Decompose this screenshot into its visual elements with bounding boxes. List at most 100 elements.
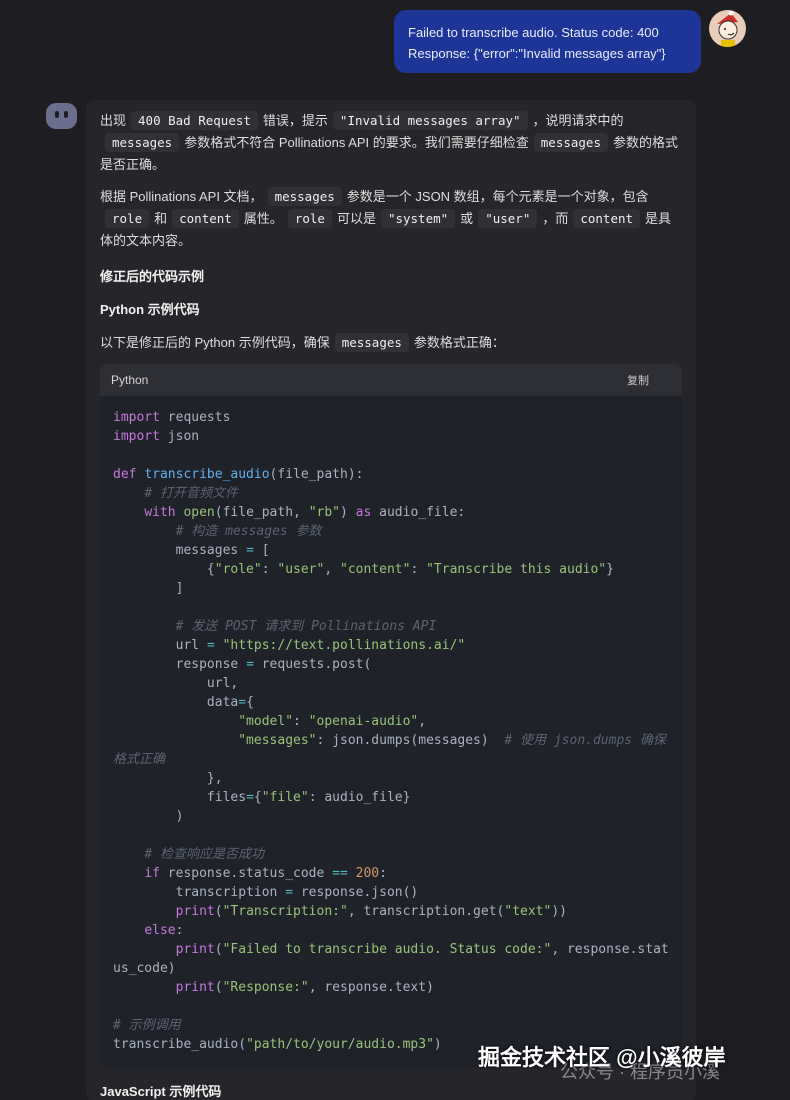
paragraph-text: 或 — [460, 211, 474, 226]
code-token-pl: audio_file: — [371, 505, 466, 520]
paragraph-text: 和 — [154, 211, 168, 226]
code-token-op: = — [238, 695, 247, 710]
code-token-pl: response.json() — [293, 885, 419, 900]
code-token-pl: requests — [159, 410, 231, 425]
code-line: }, — [113, 769, 669, 788]
code-token-pl: } — [606, 562, 614, 577]
code-token-pl: : — [410, 562, 427, 577]
code-line: def transcribe_audio(file_path): — [113, 465, 669, 484]
code-line: ] — [113, 579, 669, 598]
code-token-pl: response — [113, 657, 247, 672]
code-line: # 示例调用 — [113, 1016, 669, 1035]
code-token-pl: )) — [551, 904, 567, 919]
code-token-op: = — [206, 638, 215, 653]
copy-button[interactable]: 复制 — [627, 372, 649, 388]
code-token-pl: ) — [433, 1037, 442, 1052]
code-token-op: = — [246, 790, 254, 805]
code-token-pl: , — [324, 562, 340, 577]
code-line: "messages": json.dumps(messages) # 使用 js… — [113, 731, 669, 769]
code-line: files={"file": audio_file} — [113, 788, 669, 807]
code-token-pl: : — [293, 714, 309, 729]
code-line: if response.status_code == 200: — [113, 864, 669, 883]
user-avatar[interactable] — [709, 10, 746, 47]
code-token-str: "Response:" — [222, 980, 309, 995]
watermark-main: 掘金技术社区 @小溪彼岸 — [478, 1045, 726, 1070]
heading-fixed-code: 修正后的代码示例 — [100, 269, 205, 284]
code-token-pl: : — [379, 866, 387, 881]
code-token-pl: requests.post( — [253, 657, 372, 672]
code-token-str: "model" — [238, 714, 294, 729]
code-token-str: "role" — [214, 562, 262, 577]
code-token-pl: ] — [113, 581, 184, 596]
code-line: # 发送 POST 请求到 Pollinations API — [113, 617, 669, 636]
code-token-pl: transcribe_audio( — [113, 1037, 247, 1052]
inline-code: content — [573, 209, 641, 228]
code-token-pl: : json.dumps(messages) — [316, 733, 505, 748]
paragraph-text: 根据 Pollinations API 文档， — [100, 189, 263, 204]
code-token-pl: : audio_file} — [308, 790, 411, 805]
heading-python: Python 示例代码 — [100, 302, 200, 317]
code-token-pl: , — [418, 714, 427, 729]
code-line: {"role": "user", "content": "Transcribe … — [113, 560, 669, 579]
code-token-num: 200 — [355, 866, 380, 881]
code-token-str: "Failed to transcribe audio. Status code… — [222, 942, 552, 957]
code-line: response = requests.post( — [113, 655, 669, 674]
code-token-kw: import — [113, 429, 160, 444]
code-token-str: "user" — [277, 562, 325, 577]
code-token-str: "Transcribe this audio" — [426, 562, 607, 577]
code-line: print("Response:", response.text) — [113, 978, 669, 997]
code-line: # 检查响应是否成功 — [113, 845, 669, 864]
inline-code: content — [172, 209, 239, 228]
code-line: import json — [113, 427, 669, 446]
inline-code: "Invalid messages array" — [332, 111, 528, 130]
inline-code: messages — [533, 133, 608, 152]
code-token-pl: { — [253, 790, 262, 805]
code-token-pl: files — [113, 790, 247, 805]
inline-code: messages — [334, 333, 409, 352]
code-token-pl: json — [159, 429, 200, 444]
paragraph-text: 可以是 — [336, 211, 376, 226]
paragraph-text: 出现 — [100, 113, 127, 128]
code-token-pl: { — [113, 562, 215, 577]
code-content[interactable]: import requests import json def transcrib… — [100, 396, 682, 1068]
inline-code: messages — [105, 133, 180, 152]
code-line: import requests — [113, 408, 669, 427]
code-token-cm: # 打开音频文件 — [144, 486, 238, 501]
paragraph-text: ，说明请求中的 — [532, 113, 624, 128]
paragraph-text: 以下是修正后的 Python 示例代码，确保 — [100, 335, 330, 350]
paragraph-api-doc: 根据 Pollinations API 文档， messages 参数是一个 JSO… — [100, 186, 682, 252]
code-line: else: — [113, 921, 669, 940]
code-token-str: "text" — [504, 904, 552, 919]
code-token-kw: import — [113, 410, 160, 425]
code-token-kw: if — [144, 866, 160, 881]
code-token-kw: with — [144, 505, 176, 520]
code-token-kw: print — [175, 942, 215, 957]
code-line: ) — [113, 807, 669, 826]
code-token-pl: url — [113, 638, 207, 653]
code-block-header: Python 复制 — [100, 364, 682, 396]
code-token-pl: ( — [214, 904, 223, 919]
code-token-pl: transcription — [113, 885, 286, 900]
paragraph-text: 参数格式正确： — [413, 335, 505, 350]
assistant-avatar — [46, 103, 77, 129]
heading-javascript: JavaScript 示例代码 — [100, 1084, 222, 1099]
code-token-pl: (file_path, — [214, 505, 309, 520]
code-token-pl: ( — [214, 980, 223, 995]
code-token-pl: (file_path): — [269, 467, 364, 482]
code-line: with open(file_path, "rb") as audio_file… — [113, 503, 669, 522]
inline-code: 400 Bad Request — [131, 111, 258, 130]
code-token-op: = — [246, 543, 254, 558]
code-line: # 打开音频文件 — [113, 484, 669, 503]
user-message-row: Failed to transcribe audio. Status code:… — [0, 10, 790, 80]
code-token-str: "path/to/your/audio.mp3" — [246, 1037, 434, 1052]
inline-code: "user" — [478, 209, 538, 228]
